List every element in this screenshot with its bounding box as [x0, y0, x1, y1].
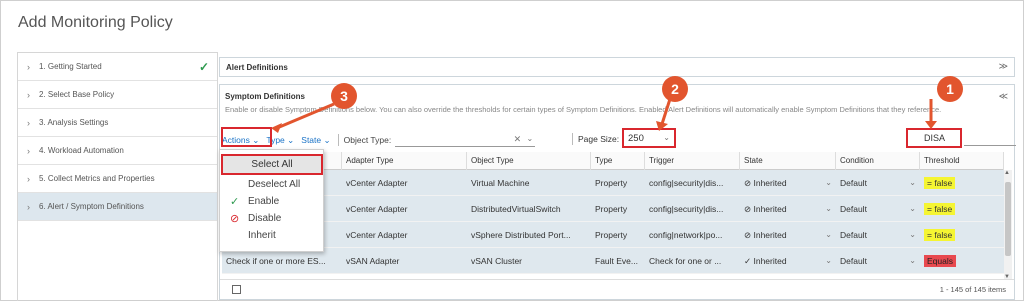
callout-arrowhead-2 — [656, 121, 668, 131]
callout-arrow-2 — [660, 98, 672, 125]
callout-arrows — [271, 98, 937, 133]
callout-arrowhead-1 — [925, 121, 937, 129]
callout-2: 2 — [662, 76, 688, 102]
callout-arrow-3 — [276, 102, 335, 130]
callout-3: 3 — [331, 83, 357, 109]
callout-1: 1 — [937, 76, 963, 102]
